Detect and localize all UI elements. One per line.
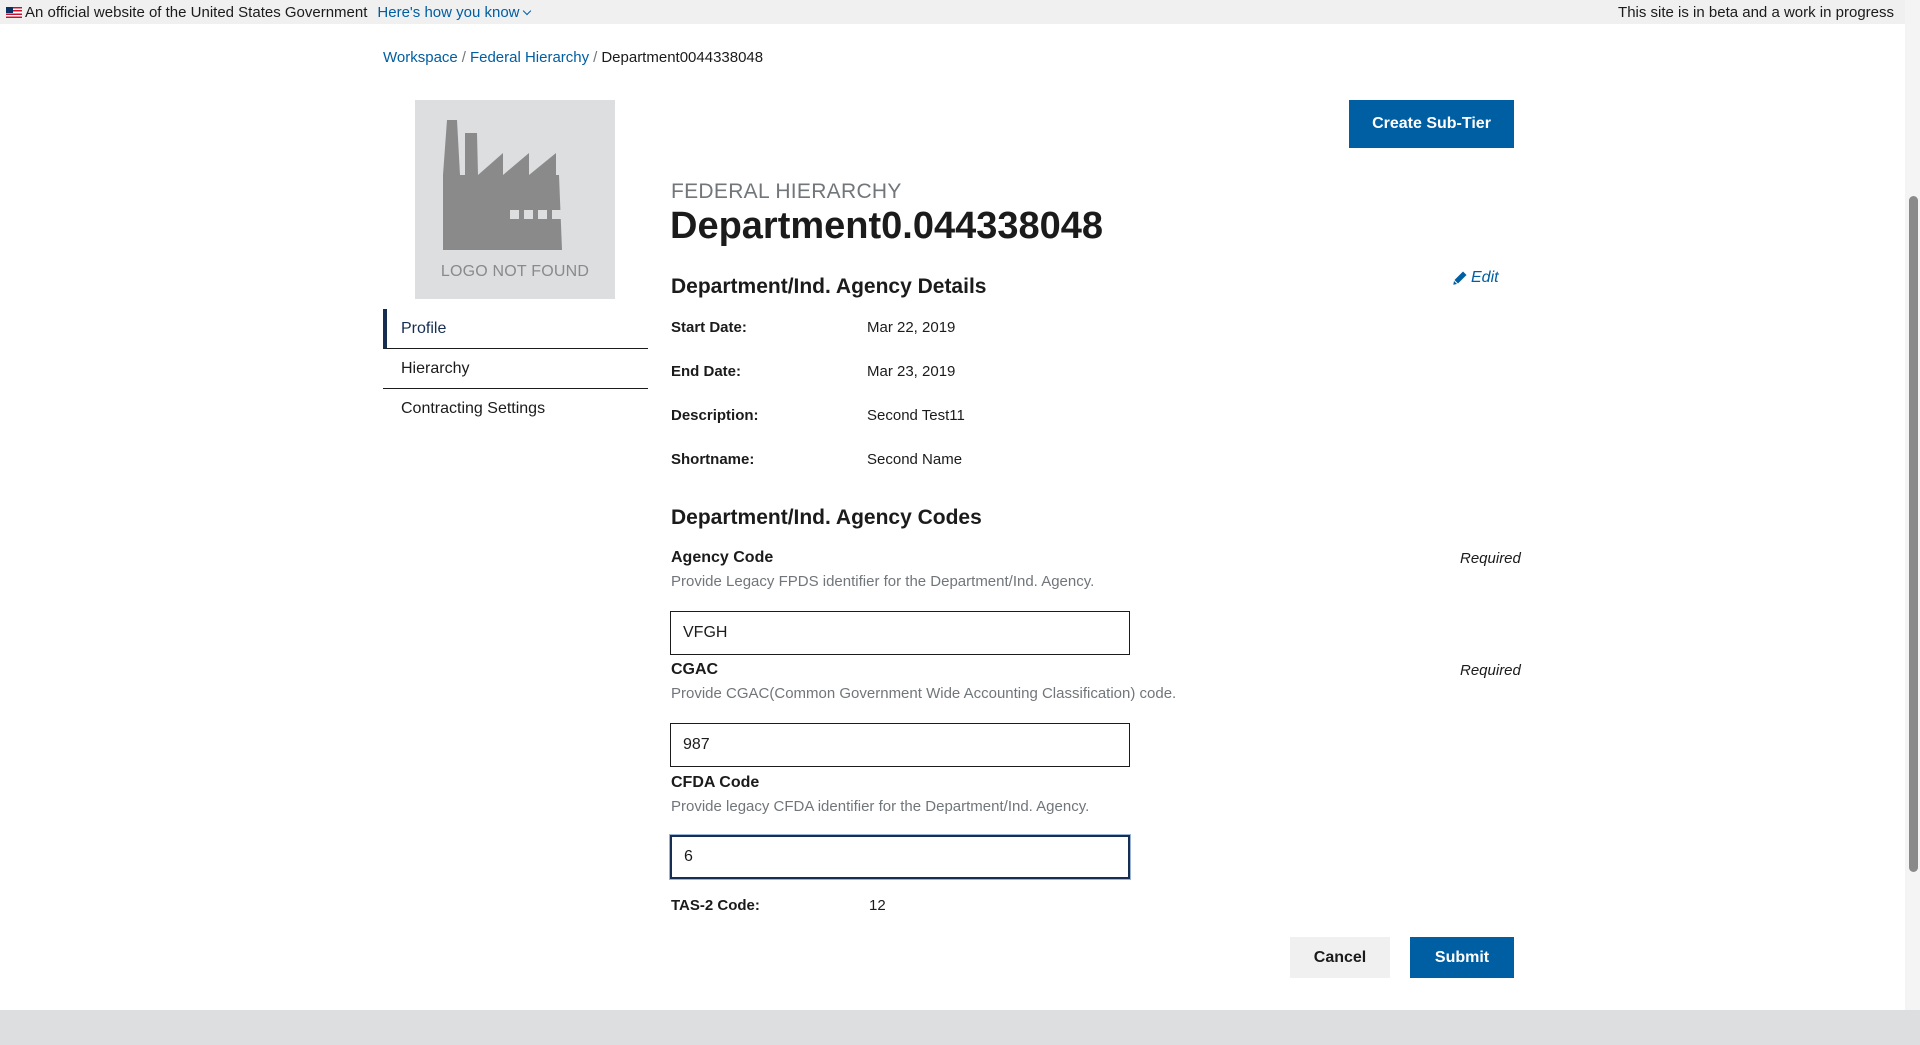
agency-code-required: Required xyxy=(1460,550,1521,567)
cgac-input[interactable] xyxy=(670,723,1130,767)
agency-logo: LOGO NOT FOUND xyxy=(415,100,615,299)
detail-label: End Date: xyxy=(671,363,742,380)
tas2-code-label: TAS-2 Code: xyxy=(671,897,760,914)
heres-how-you-know-label: Here's how you know xyxy=(377,3,520,21)
side-nav-item-profile[interactable]: Profile xyxy=(383,309,648,349)
pencil-icon xyxy=(1453,271,1467,285)
side-nav-item-contracting-settings[interactable]: Contracting Settings xyxy=(383,389,648,429)
breadcrumb: Workspace / Federal Hierarchy / Departme… xyxy=(383,49,763,66)
beta-notice: This site is in beta and a work in progr… xyxy=(1618,4,1894,21)
breadcrumb-federal-hierarchy[interactable]: Federal Hierarchy xyxy=(470,49,589,66)
cancel-button[interactable]: Cancel xyxy=(1290,937,1390,978)
page-title: Department0.044338048 xyxy=(670,205,1104,247)
cfda-code-hint: Provide legacy CFDA identifier for the D… xyxy=(671,798,1090,815)
side-nav: Profile Hierarchy Contracting Settings xyxy=(383,309,648,429)
agency-code-hint: Provide Legacy FPDS identifier for the D… xyxy=(671,573,1095,590)
chevron-down-icon xyxy=(522,6,531,15)
page-scrollbar[interactable] xyxy=(1905,0,1920,1010)
create-sub-tier-button[interactable]: Create Sub-Tier xyxy=(1349,100,1514,148)
detail-label: Description: xyxy=(671,407,759,424)
breadcrumb-current: Department0044338048 xyxy=(601,49,764,66)
detail-label: Shortname: xyxy=(671,451,755,468)
detail-row-description: Description: Second Test11 xyxy=(671,407,965,424)
agency-code-label: Agency Code xyxy=(671,549,774,566)
edit-label: Edit xyxy=(1471,269,1499,286)
detail-value: Second Name xyxy=(867,451,963,468)
agency-code-input[interactable] xyxy=(670,611,1130,655)
scrollbar-thumb[interactable] xyxy=(1909,196,1918,872)
cfda-code-label: CFDA Code xyxy=(671,774,760,791)
codes-heading: Department/Ind. Agency Codes xyxy=(671,506,982,529)
tas2-code-row: TAS-2 Code: 12 xyxy=(671,897,886,914)
cfda-code-input[interactable] xyxy=(670,835,1130,879)
page-eyebrow: FEDERAL HIERARCHY xyxy=(671,180,902,203)
breadcrumb-separator: / xyxy=(593,49,598,66)
breadcrumb-separator: / xyxy=(461,49,466,66)
side-nav-item-hierarchy[interactable]: Hierarchy xyxy=(383,349,648,389)
us-flag-icon xyxy=(6,6,22,18)
detail-value: Mar 23, 2019 xyxy=(867,363,956,380)
cgac-label: CGAC xyxy=(671,661,719,678)
detail-value: Mar 22, 2019 xyxy=(867,319,956,336)
cgac-hint: Provide CGAC(Common Government Wide Acco… xyxy=(671,685,1177,702)
submit-button[interactable]: Submit xyxy=(1410,937,1514,978)
detail-row-shortname: Shortname: Second Name xyxy=(671,451,962,468)
detail-row-start-date: Start Date: Mar 22, 2019 xyxy=(671,319,955,336)
gov-banner: An official website of the United States… xyxy=(0,0,1905,24)
factory-icon xyxy=(443,120,562,250)
cgac-required: Required xyxy=(1460,662,1521,679)
details-heading: Department/Ind. Agency Details xyxy=(671,275,987,298)
detail-row-end-date: End Date: Mar 23, 2019 xyxy=(671,363,955,380)
heres-how-you-know-link[interactable]: Here's how you know xyxy=(377,3,531,21)
official-site-text: An official website of the United States… xyxy=(25,3,368,21)
tas2-code-value: 12 xyxy=(869,897,886,914)
breadcrumb-workspace[interactable]: Workspace xyxy=(383,49,458,66)
detail-label: Start Date: xyxy=(671,319,747,336)
edit-details-link[interactable]: Edit xyxy=(1453,269,1499,287)
detail-value: Second Test11 xyxy=(867,407,965,424)
logo-not-found-text: LOGO NOT FOUND xyxy=(440,263,590,280)
footer-band xyxy=(0,1010,1920,1045)
